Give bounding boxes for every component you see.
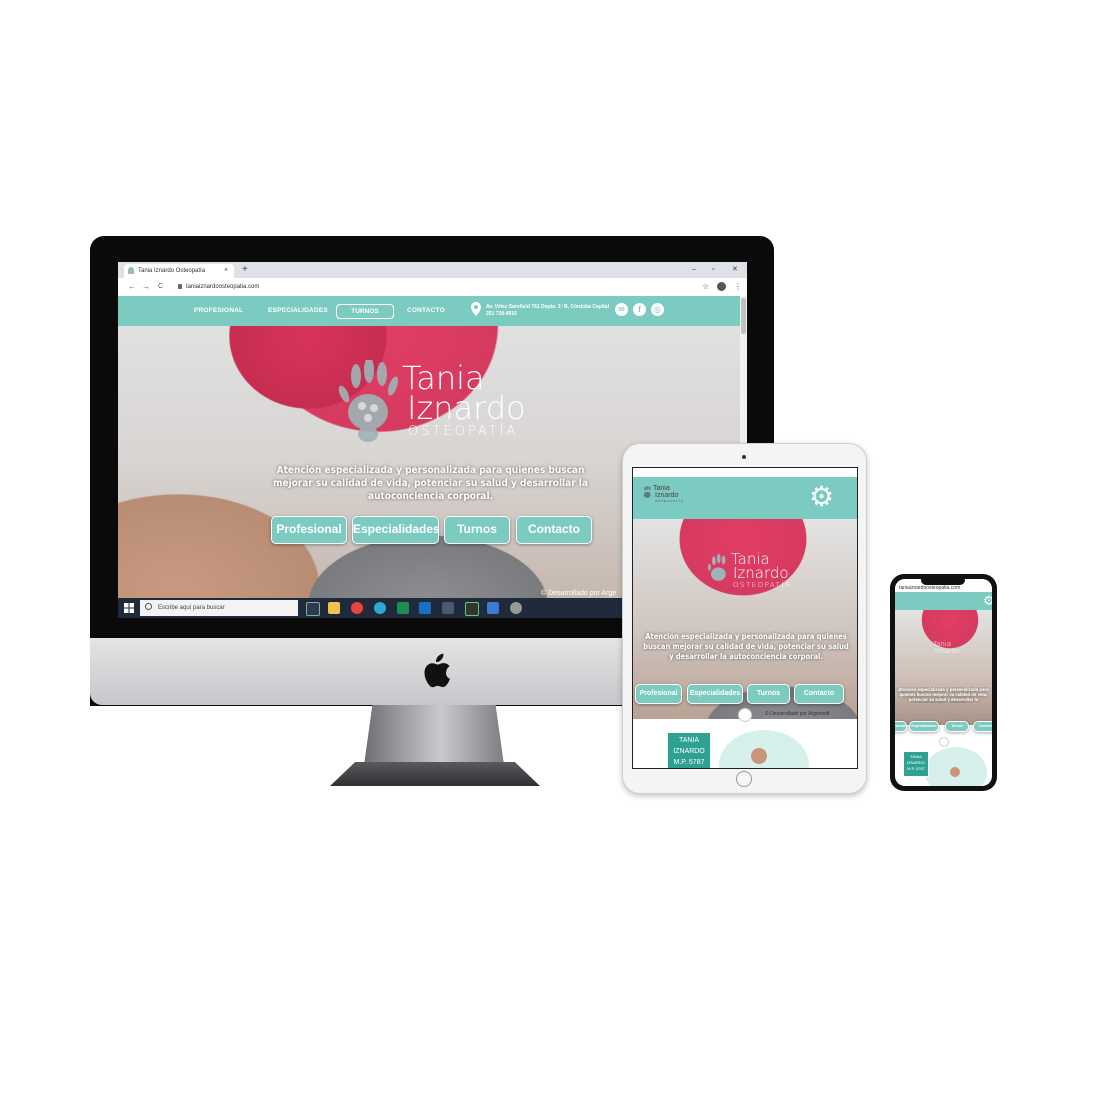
- forward-icon[interactable]: →: [142, 280, 150, 294]
- ipad-profile-license: M.P. 5787: [673, 759, 705, 766]
- ipad-home-button[interactable]: [736, 771, 752, 787]
- iphone-contacto-button[interactable]: Contacto: [973, 721, 992, 732]
- ipad-scroll-hand-icon[interactable]: [738, 708, 752, 722]
- ipad-profile-name-1: TANIA: [678, 737, 700, 744]
- ipad-profile-name-2: IZNARDO: [673, 748, 705, 755]
- ipad-brand-sub: OSTEOPATÍA: [655, 499, 684, 503]
- browser-tab[interactable]: Tania Iznardo Osteopatía: [124, 264, 234, 278]
- settings-app-icon[interactable]: [510, 602, 522, 614]
- iphone-especialidades-button[interactable]: Especialidades: [909, 721, 939, 732]
- back-icon[interactable]: ←: [128, 280, 136, 294]
- ipad-profile-photo: [751, 748, 767, 764]
- iphone-gear-icon[interactable]: ⚙: [983, 593, 992, 609]
- turnos-button[interactable]: Turnos: [444, 516, 510, 544]
- ipad-profesional-button[interactable]: Profesional: [635, 684, 682, 704]
- reload-icon[interactable]: C: [158, 280, 163, 294]
- especialidades-button[interactable]: Especialidades: [352, 516, 440, 544]
- credit-text: © Desarrollado por Arge: [541, 590, 617, 597]
- tab-close-icon[interactable]: ×: [224, 264, 228, 278]
- brand-last-name: Iznardo: [407, 389, 526, 427]
- edge-icon[interactable]: [374, 602, 386, 614]
- ipad-tagline: Atención especializada y personalizada p…: [643, 632, 849, 661]
- excel-icon[interactable]: [397, 602, 409, 614]
- search-icon: [145, 603, 152, 610]
- nav-contacto[interactable]: CONTACTO: [407, 296, 445, 326]
- imac-stand-foot: [330, 762, 540, 786]
- ipad-screen: Tania Iznardo OSTEOPATÍA ⚙ Tania Iznardo…: [632, 467, 858, 769]
- photos-icon[interactable]: [487, 602, 499, 614]
- chrome-icon[interactable]: [351, 602, 363, 614]
- ipad-camera: [742, 455, 746, 459]
- location-pin-icon: [471, 302, 481, 316]
- ipad-status-bar: [633, 468, 857, 476]
- phone-line: 351 738-4916: [486, 311, 517, 317]
- iphone-hero-image: [895, 610, 992, 725]
- maximize-icon[interactable]: ▫: [712, 263, 714, 277]
- calculator-icon[interactable]: [442, 602, 454, 614]
- ipad-brand-first: Tania: [653, 485, 670, 492]
- iphone-profile-card: TANIA IZNARDO M.P. 5787: [903, 751, 929, 777]
- iphone-header: [895, 592, 992, 610]
- contacto-button[interactable]: Contacto: [516, 516, 592, 544]
- iphone-brand-last: Iznardo: [934, 647, 960, 655]
- iphone-tagline: Atención especializada y personalizada p…: [898, 687, 989, 703]
- iphone-screen: taniaiznardoosteopatia.com ⚙ Tania Iznar…: [895, 579, 992, 786]
- bookmark-star-icon[interactable]: ☆: [702, 280, 709, 294]
- minimize-icon[interactable]: –: [692, 263, 696, 277]
- hand-logo-icon: [338, 360, 399, 442]
- ipad-turnos-button[interactable]: Turnos: [747, 684, 790, 704]
- iphone-url-text[interactable]: taniaiznardoosteopatia.com: [899, 585, 992, 591]
- close-window-icon[interactable]: ✕: [732, 263, 738, 277]
- ipad-brand-last: Iznardo: [655, 492, 679, 499]
- ipad-hero-brand-sub: OSTEOPATÍA: [733, 581, 792, 589]
- profesional-button[interactable]: Profesional: [271, 516, 347, 544]
- taskbar-search-input[interactable]: Escribe aquí para buscar: [140, 600, 298, 616]
- new-tab-button[interactable]: +: [242, 263, 248, 277]
- lock-icon: [178, 284, 182, 289]
- ipad-credit-text: © Desarrollado por Argensoft: [765, 711, 830, 717]
- task-view-icon[interactable]: [306, 602, 320, 616]
- address-text: Av. Vélez Sarsfield 761 Depto. 1º B, Cór…: [486, 304, 609, 318]
- ipad-hero-logo-icon: [707, 554, 726, 581]
- instagram-icon[interactable]: ◎: [651, 303, 664, 316]
- nav-especialidades[interactable]: ESPECIALIDADES: [268, 296, 328, 326]
- imac-stand: [364, 705, 504, 765]
- scrollbar-thumb[interactable]: [741, 298, 746, 334]
- address-line: Av. Vélez Sarsfield 761 Depto. 1º B, Cór…: [486, 304, 609, 310]
- terminal-icon[interactable]: [465, 602, 479, 616]
- iphone-profile-license: M.P. 5787: [907, 766, 925, 771]
- ipad-contacto-button[interactable]: Contacto: [794, 684, 844, 704]
- nav-profesional[interactable]: PROFESIONAL: [194, 296, 243, 326]
- ipad-profile-card: TANIA IZNARDO M.P. 5787: [667, 732, 711, 768]
- iphone-profile-photo: [950, 767, 960, 777]
- iphone-profesional-button[interactable]: Profesional: [895, 721, 907, 732]
- hero-tagline: Atención especializada y personalizada p…: [273, 465, 588, 502]
- email-icon[interactable]: ✉: [615, 303, 628, 316]
- windows-start-icon[interactable]: [124, 603, 134, 613]
- ipad-gear-icon[interactable]: ⚙: [809, 482, 834, 512]
- ipad-hand-logo-icon: [643, 486, 651, 498]
- nav-turnos[interactable]: TURNOS: [336, 304, 394, 319]
- outlook-icon[interactable]: [419, 602, 431, 614]
- favicon-icon: [128, 267, 134, 274]
- facebook-icon[interactable]: f: [633, 303, 646, 316]
- brand-subtitle: OSTEOPATÍA: [408, 424, 519, 439]
- ipad-hero-brand-last: Iznardo: [733, 564, 789, 582]
- iphone-scroll-hand-icon[interactable]: [939, 737, 949, 747]
- menu-icon[interactable]: ⋮: [734, 280, 742, 294]
- url-input[interactable]: taniaiznardoosteopatia.com: [186, 281, 259, 293]
- apple-logo-icon: [424, 653, 450, 688]
- ipad-especialidades-button[interactable]: Especialidades: [687, 684, 743, 704]
- file-explorer-icon[interactable]: [328, 602, 340, 614]
- profile-avatar-icon[interactable]: [717, 282, 726, 291]
- iphone-turnos-button[interactable]: Turnos: [945, 721, 969, 732]
